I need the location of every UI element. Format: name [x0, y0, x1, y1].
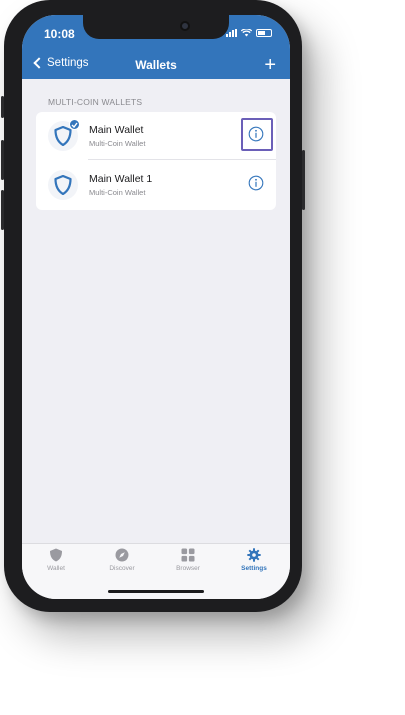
tab-label: Wallet	[47, 565, 65, 572]
selected-check-icon	[69, 119, 80, 130]
tab-label: Browser	[176, 565, 200, 572]
info-icon[interactable]	[248, 175, 264, 191]
front-camera	[180, 21, 190, 31]
wallet-name: Main Wallet	[89, 124, 144, 136]
tab-bar: Wallet Discover Browser Settings	[22, 543, 290, 599]
add-wallet-button[interactable]: +	[264, 53, 276, 77]
status-icons	[226, 29, 272, 37]
tab-browser[interactable]: Browser	[155, 548, 221, 572]
tab-label: Settings	[241, 565, 267, 572]
wallet-name: Main Wallet 1	[89, 173, 153, 185]
power-button	[302, 150, 305, 210]
battery-icon	[256, 29, 272, 37]
tab-settings[interactable]: Settings	[221, 548, 287, 572]
notch	[83, 15, 229, 39]
navigation-bar: Settings Wallets +	[22, 53, 290, 79]
tab-discover[interactable]: Discover	[89, 548, 155, 572]
shield-icon	[54, 175, 72, 195]
shield-icon	[54, 126, 72, 146]
phone-frame: 10:08 Settings Wallets + MULTI-COIN WALL…	[1, 0, 305, 612]
wallet-row-main-wallet-1[interactable]: Main Wallet 1 Multi-Coin Wallet	[36, 161, 276, 209]
wallet-type: Multi-Coin Wallet	[89, 188, 146, 197]
wallet-list: Main Wallet Multi-Coin Wallet Main Walle…	[36, 112, 276, 210]
wallet-type: Multi-Coin Wallet	[89, 139, 146, 148]
screen: 10:08 Settings Wallets + MULTI-COIN WALL…	[22, 15, 290, 599]
grid-icon	[181, 548, 195, 562]
shield-icon	[50, 548, 62, 562]
wallet-avatar	[48, 119, 80, 151]
wallet-avatar	[48, 170, 78, 200]
volume-down-button	[1, 190, 4, 230]
plus-icon: +	[264, 54, 276, 76]
tab-label: Discover	[109, 565, 135, 572]
wallet-row-main-wallet[interactable]: Main Wallet Multi-Coin Wallet	[36, 112, 276, 160]
volume-up-button	[1, 140, 4, 180]
cellular-signal-icon	[226, 29, 237, 37]
info-icon[interactable]	[248, 126, 264, 142]
gear-icon	[247, 548, 261, 562]
status-time: 10:08	[44, 27, 75, 41]
wifi-icon	[241, 29, 252, 37]
section-header: MULTI-COIN WALLETS	[48, 97, 143, 107]
home-indicator	[108, 590, 204, 593]
compass-icon	[115, 548, 129, 562]
page-title: Wallets	[135, 58, 177, 72]
row-divider	[88, 159, 276, 160]
mute-switch	[1, 96, 4, 118]
tab-wallet[interactable]: Wallet	[23, 548, 89, 572]
device-mockup: 10:08 Settings Wallets + MULTI-COIN WALL…	[0, 0, 405, 715]
